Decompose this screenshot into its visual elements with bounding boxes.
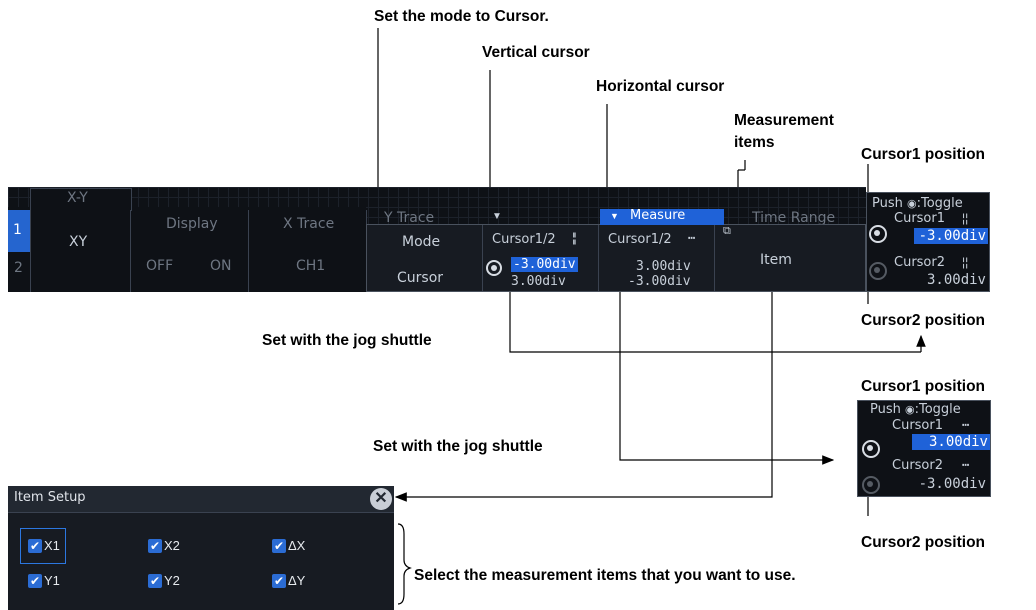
- cursor1-value[interactable]: 3.00div: [912, 434, 990, 450]
- channel-1-label: 1: [13, 222, 22, 238]
- push-toggle-hint: Push ◉:Toggle: [872, 196, 963, 211]
- push-button-icon: ◉: [907, 197, 917, 210]
- cursor2-marker-icon: ¦¦: [962, 255, 969, 269]
- tab-xy-label: X-Y: [67, 190, 88, 206]
- annotation-jog-shuttle-1: Set with the jog shuttle: [262, 332, 432, 349]
- cursor1-marker-icon: ¦¦: [962, 211, 969, 225]
- divider: [248, 210, 249, 292]
- annotation-cursor1-position-top: Cursor1 position: [861, 146, 986, 163]
- horizontal-cursor-title[interactable]: Cursor1/2: [608, 232, 672, 247]
- tab-measure[interactable]: ▼ Measure: [600, 208, 724, 225]
- cursor2-value[interactable]: 3.00div: [918, 272, 986, 288]
- display-on[interactable]: ON: [210, 258, 232, 274]
- cursor2-value[interactable]: -3.00div: [916, 476, 986, 492]
- cursor1-value[interactable]: -3.00div: [914, 228, 988, 244]
- annotation-horizontal-cursor: Horizontal cursor: [596, 78, 725, 95]
- channel-2-label[interactable]: 2: [14, 260, 23, 276]
- jog-knob-inactive-icon: [869, 262, 887, 280]
- checkbox-x1[interactable]: ✔ X1: [28, 538, 60, 553]
- mode-label[interactable]: Mode: [402, 234, 440, 250]
- checkmark-icon: ✔: [28, 573, 42, 588]
- divider: [598, 225, 599, 291]
- cursor1-label: Cursor1: [894, 211, 946, 226]
- popup-window-icon: ⧉: [723, 225, 731, 237]
- checkbox-delta-x[interactable]: ✔ ΔX: [272, 538, 305, 553]
- channel-1-tab[interactable]: 1: [8, 210, 30, 252]
- cursor2-marker-icon: ┅: [962, 458, 970, 472]
- vertical-cursor2-value[interactable]: 3.00div: [511, 274, 566, 289]
- x-trace-label[interactable]: X Trace: [283, 216, 334, 232]
- divider: [482, 225, 483, 291]
- annotation-cursor2-position-top: Cursor2 position: [861, 312, 986, 329]
- annotation-set-mode: Set the mode to Cursor.: [374, 8, 549, 25]
- display-label[interactable]: Display: [166, 216, 218, 232]
- push-button-icon: ◉: [905, 403, 915, 416]
- vertical-cursor-title[interactable]: Cursor1/2: [492, 232, 556, 247]
- jog-knob-icon: [862, 440, 880, 458]
- time-range-label: Time Range: [752, 210, 836, 224]
- annotation-select-items: Select the measurement items that you wa…: [414, 567, 796, 584]
- annotation-vertical-cursor: Vertical cursor: [482, 44, 590, 61]
- checkbox-y1[interactable]: ✔ Y1: [28, 573, 60, 588]
- x-trace-value[interactable]: CH1: [296, 258, 325, 274]
- checkbox-delta-y[interactable]: ✔ ΔY: [272, 573, 305, 588]
- checkbox-y2[interactable]: ✔ Y2: [148, 573, 180, 588]
- measure-tab-label: Measure: [630, 208, 686, 223]
- xy-mode-label[interactable]: XY: [69, 234, 87, 250]
- mode-value[interactable]: Cursor: [397, 270, 443, 286]
- jog-knob-icon: [486, 260, 502, 276]
- vertical-cursor1-value[interactable]: -3.00div: [511, 257, 578, 272]
- checkmark-icon: ✔: [148, 538, 162, 553]
- cursor1-marker-icon: ┅: [962, 418, 970, 432]
- stage: Set the mode to Cursor. Vertical cursor …: [0, 0, 1036, 610]
- cursor2-label: Cursor2: [894, 255, 946, 270]
- measure-tab-arrow-icon: ▼: [610, 211, 619, 221]
- horizontal-cursor1-value[interactable]: 3.00div: [636, 259, 691, 274]
- close-icon[interactable]: ✕: [370, 488, 392, 510]
- divider: [30, 210, 31, 292]
- y-trace-label: Y Trace: [384, 210, 435, 224]
- horizontal-cursor2-value[interactable]: -3.00div: [628, 274, 691, 289]
- annotation-cursor1-position-bottom: Cursor1 position: [861, 378, 986, 395]
- annotation-cursor2-position-bottom: Cursor2 position: [861, 534, 986, 551]
- vertical-cursor-icon: ¦¦: [572, 230, 577, 245]
- checkmark-icon: ✔: [148, 573, 162, 588]
- display-off[interactable]: OFF: [146, 258, 173, 274]
- item-setup-title: Item Setup: [14, 490, 86, 505]
- jog-knob-icon: [869, 225, 887, 243]
- divider: [8, 512, 394, 513]
- push-toggle-hint: Push ◉:Toggle: [870, 402, 961, 417]
- cursor2-label: Cursor2: [892, 458, 944, 473]
- vertical-tab-marker-icon: ▼: [492, 211, 502, 222]
- cursor1-label: Cursor1: [892, 418, 944, 433]
- divider: [130, 210, 131, 292]
- annotation-measurement-items: Measurement items: [734, 112, 834, 151]
- checkbox-x2[interactable]: ✔ X2: [148, 538, 180, 553]
- divider: [714, 225, 715, 291]
- checkmark-icon: ✔: [272, 573, 286, 588]
- tab-xy[interactable]: X-Y: [30, 188, 132, 211]
- checkmark-icon: ✔: [272, 538, 286, 553]
- jog-knob-inactive-icon: [862, 476, 880, 494]
- item-button-label[interactable]: Item: [760, 252, 792, 268]
- horizontal-cursor-icon: ┅: [688, 231, 696, 245]
- checkmark-icon: ✔: [28, 538, 42, 553]
- annotation-jog-shuttle-2: Set with the jog shuttle: [373, 438, 543, 455]
